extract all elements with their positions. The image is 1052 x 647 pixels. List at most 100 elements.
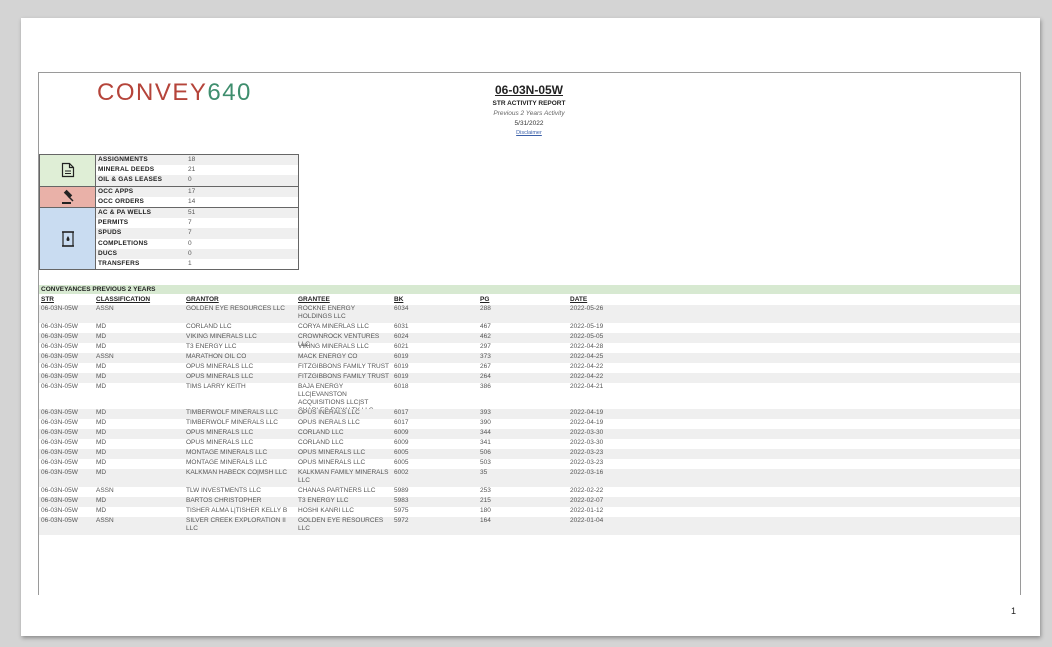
- table-cell: 6009: [394, 439, 409, 446]
- summary-label: DUCS: [98, 249, 118, 257]
- table-cell: CHANAS PARTNERS LLC: [298, 487, 376, 494]
- table-cell: MD: [96, 409, 107, 416]
- table-cell: 5983: [394, 497, 409, 504]
- document-icon: [40, 155, 96, 186]
- table-cell: 2022-05-26: [570, 305, 604, 312]
- table-row: 06-03N-05W ASSN TLW INVESTMENTS LLC CHANAS …: [39, 487, 1020, 497]
- table-cell: VIKING MINERALS LLC: [186, 333, 257, 340]
- column-header[interactable]: GRANTEE: [298, 295, 330, 304]
- summary-label: MINERAL DEEDS: [98, 166, 155, 174]
- table-row: 06-03N-05W MD CORLAND LLC CORYA MINERLAS LL…: [39, 323, 1020, 333]
- table-cell: MD: [96, 373, 107, 380]
- table-cell: 06-03N-05W: [41, 419, 78, 426]
- table-cell: 6018: [394, 383, 409, 390]
- summary-group: ASSIGNMENTS 18 MINERAL DEEDS 21 OIL & GAS LE…: [40, 155, 298, 187]
- table-cell: 215: [480, 497, 491, 504]
- summary-row: DUCS 0: [96, 248, 298, 259]
- table-cell: 2022-04-25: [570, 353, 604, 360]
- table-cell: T3 ENERGY LLC: [298, 497, 349, 504]
- table-cell: 06-03N-05W: [41, 487, 78, 494]
- table-cell: FITZGIBBONS FAMILY TRUST: [298, 373, 390, 380]
- column-header[interactable]: DATE: [570, 295, 587, 304]
- table-cell: ASSN: [96, 305, 114, 312]
- table-cell: 6031: [394, 323, 409, 330]
- table-row: 06-03N-05W MD TIMBERWOLF MINERALS LLC OPUS …: [39, 419, 1020, 429]
- table-row: 06-03N-05W MD VIKING MINERALS LLC CROWNROCK…: [39, 333, 1020, 348]
- table-cell: TIMBERWOLF MINERALS LLC: [186, 419, 278, 426]
- report-date: 5/31/2022: [514, 120, 544, 127]
- table-cell: T3 ENERGY LLC: [186, 343, 237, 350]
- table-cell: 2022-04-19: [570, 409, 604, 416]
- disclaimer-link[interactable]: Disclaimer: [479, 130, 579, 136]
- table-cell: 267: [480, 363, 491, 370]
- page-number: 1: [1011, 606, 1017, 616]
- table-cell: OPUS MINERALS LLC: [298, 449, 366, 456]
- table-cell: 2022-04-28: [570, 343, 604, 350]
- report-page: CONVEY640 06-03N-05W STR ACTIVITY REPORT…: [21, 18, 1040, 636]
- table-cell: OPUS MINERALS LLC: [186, 429, 254, 436]
- table-cell: MARATHON OIL CO: [186, 353, 247, 360]
- table-cell: 2022-01-12: [570, 507, 604, 514]
- table-cell: 2022-03-23: [570, 449, 604, 456]
- table-cell: 06-03N-05W: [41, 363, 78, 370]
- summary-row: PERMITS 7: [96, 218, 298, 228]
- table-cell: 2022-03-23: [570, 459, 604, 466]
- table-cell: KALKMAN FAMILY MINERALS LLC: [298, 469, 389, 484]
- table-row: 06-03N-05W MD TIMBERWOLF MINERALS LLC OPUS …: [39, 409, 1020, 419]
- summary-count: 21: [188, 166, 196, 174]
- table-row: 06-03N-05W MD TISHER ALMA L|TISHER KELLY B…: [39, 507, 1020, 517]
- table-cell: TLW INVESTMENTS LLC: [186, 487, 262, 494]
- column-header[interactable]: PG: [480, 295, 489, 304]
- report-title: 06-03N-05W: [494, 83, 564, 97]
- summary-label: OIL & GAS LEASES: [98, 176, 163, 184]
- table-cell: 06-03N-05W: [41, 439, 78, 446]
- table-cell: 6021: [394, 343, 409, 350]
- table-cell: 2022-01-04: [570, 517, 604, 524]
- column-header[interactable]: STR: [41, 295, 54, 304]
- table-cell: 06-03N-05W: [41, 469, 78, 476]
- table-cell: 06-03N-05W: [41, 353, 78, 360]
- table-cell: 06-03N-05W: [41, 497, 78, 504]
- table-row: 06-03N-05W MD OPUS MINERALS LLC CORLAND LLC…: [39, 429, 1020, 439]
- gavel-icon: [40, 186, 96, 207]
- summary-group: AC & PA WELLS 51 PERMITS 7 SPUDS 7 COMPLETIONS…: [40, 207, 298, 270]
- table-cell: 462: [480, 333, 491, 340]
- table-cell: TISHER ALMA L|TISHER KELLY B: [186, 507, 288, 514]
- table-cell: MD: [96, 449, 107, 456]
- summary-row: COMPLETIONS 0: [96, 239, 298, 249]
- table-row: 06-03N-05W MD OPUS MINERALS LLC FITZGIBBONS…: [39, 373, 1020, 383]
- table-cell: MONTAGE MINERALS LLC: [186, 449, 268, 456]
- column-header[interactable]: BK: [394, 295, 403, 304]
- table-cell: 06-03N-05W: [41, 449, 78, 456]
- table-cell: MD: [96, 363, 107, 370]
- report-header: 06-03N-05W STR ACTIVITY REPORT Previous …: [479, 83, 579, 136]
- table-cell: MD: [96, 497, 107, 504]
- summary-count: 0: [188, 239, 192, 247]
- column-header[interactable]: GRANTOR: [186, 295, 219, 304]
- table-cell: MACK ENERGY CO: [298, 353, 358, 360]
- table-cell: 5975: [394, 507, 409, 514]
- table-cell: 06-03N-05W: [41, 333, 78, 340]
- table-cell: 6034: [394, 305, 409, 312]
- table-row: 06-03N-05W MD OPUS MINERALS LLC FITZGIBBONS…: [39, 363, 1020, 373]
- table-cell: MD: [96, 419, 107, 426]
- table-cell: 5972: [394, 517, 409, 524]
- summary-row: AC & PA WELLS 51: [96, 207, 298, 219]
- table-cell: MD: [96, 383, 107, 390]
- table-cell: OPUS MINERALS LLC: [186, 363, 254, 370]
- summary-label: ASSIGNMENTS: [98, 156, 148, 163]
- table-cell: GOLDEN EYE RESOURCES LLC: [186, 305, 285, 312]
- table-cell: 288: [480, 305, 491, 312]
- table-cell: 6005: [394, 449, 409, 456]
- table-cell: ASSN: [96, 517, 114, 524]
- table-cell: MD: [96, 459, 107, 466]
- table-cell: TIMBERWOLF MINERALS LLC: [186, 409, 278, 416]
- table-cell: 390: [480, 419, 491, 426]
- table-cell: MD: [96, 343, 107, 350]
- table-cell: 373: [480, 353, 491, 360]
- table-cell: CORYA MINERLAS LLC: [298, 323, 369, 330]
- column-header[interactable]: CLASSIFICATION: [96, 295, 150, 304]
- table-cell: 06-03N-05W: [41, 373, 78, 380]
- table-cell: 386: [480, 383, 491, 390]
- table-cell: 6024: [394, 333, 409, 340]
